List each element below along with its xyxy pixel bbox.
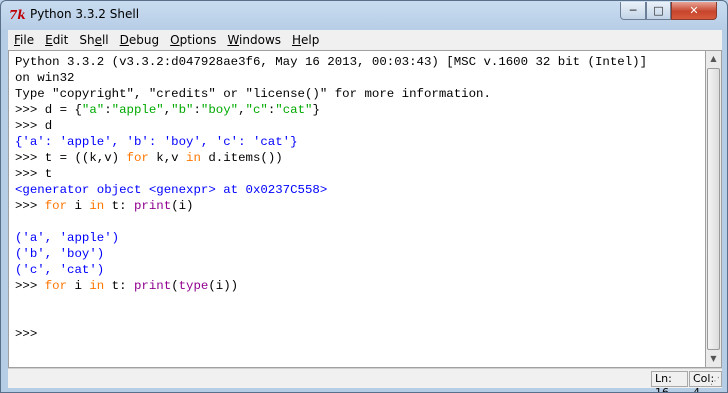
shell-token-string: "a" bbox=[81, 103, 105, 117]
shell-token-keyword: in bbox=[89, 279, 105, 293]
shell-line: Python 3.3.2 (v3.3.2:d047928ae3f6, May 1… bbox=[15, 54, 647, 70]
menu-options[interactable]: Options bbox=[164, 30, 221, 50]
shell-text-area[interactable]: Python 3.3.2 (v3.3.2:d047928ae3f6, May 1… bbox=[8, 50, 705, 368]
shell-line: ('c', 'cat') bbox=[15, 262, 647, 278]
shell-token-prompt: (i)) bbox=[208, 279, 239, 293]
status-bar: Ln: 16 Col: 4 ⋰ bbox=[8, 368, 722, 392]
shell-line: >>> t = ((k,v) for k,v in d.items()) bbox=[15, 150, 647, 166]
shell-token-prompt: d.items()) bbox=[200, 151, 283, 165]
maximize-icon: □ bbox=[653, 4, 664, 17]
shell-line: >>> d = {"a":"apple","b":"boy","c":"cat"… bbox=[15, 102, 647, 118]
close-icon: ✕ bbox=[689, 4, 699, 17]
shell-token-prompt: i bbox=[67, 199, 90, 213]
shell-token-output: Type "copyright", "credits" or "license(… bbox=[15, 87, 491, 101]
shell-token-prompt: >>> t bbox=[15, 167, 53, 181]
menu-windows[interactable]: Windows bbox=[221, 30, 286, 50]
shell-token-stdout: <generator object <genexpr> at 0x0237C55… bbox=[15, 183, 328, 197]
shell-token-prompt: ( bbox=[171, 279, 179, 293]
vertical-scrollbar[interactable]: ▲ ▼ bbox=[705, 50, 722, 368]
shell-token-output: on win32 bbox=[15, 71, 75, 85]
shell-line: >>> t bbox=[15, 166, 647, 182]
shell-line: >>> d bbox=[15, 118, 647, 134]
shell-line: {'a': 'apple', 'b': 'boy', 'c': 'cat'} bbox=[15, 134, 647, 150]
shell-token-stdout: {'a': 'apple', 'b': 'boy', 'c': 'cat'} bbox=[15, 135, 298, 149]
shell-line: >>> bbox=[15, 326, 647, 342]
minimize-button[interactable]: ─ bbox=[620, 2, 646, 20]
menu-help[interactable]: Help bbox=[286, 30, 324, 50]
shell-token-stdout: ('a', 'apple') bbox=[15, 231, 120, 245]
menu-edit[interactable]: Edit bbox=[39, 30, 73, 50]
shell-token-prompt: t: bbox=[104, 279, 134, 293]
shell-token-prompt: } bbox=[312, 103, 320, 117]
menu-shell[interactable]: Shell bbox=[73, 30, 113, 50]
shell-token-string: "c" bbox=[245, 103, 268, 117]
menu-bar: File Edit Shell Debug Options Windows He… bbox=[8, 30, 722, 50]
shell-token-keyword: for bbox=[44, 279, 68, 293]
shell-token-prompt: >>> d bbox=[15, 119, 53, 133]
status-line-number: Ln: 16 bbox=[651, 371, 688, 392]
shell-token-prompt: : bbox=[104, 103, 112, 117]
shell-output: Python 3.3.2 (v3.3.2:d047928ae3f6, May 1… bbox=[15, 54, 647, 342]
scroll-up-arrow-icon[interactable]: ▲ bbox=[706, 51, 721, 67]
shell-token-keyword: in bbox=[186, 151, 201, 165]
close-button[interactable]: ✕ bbox=[671, 2, 717, 20]
shell-token-string: "apple" bbox=[111, 103, 164, 117]
shell-line: ('b', 'boy') bbox=[15, 246, 647, 262]
maximize-button[interactable]: □ bbox=[646, 2, 671, 20]
shell-token-prompt: , bbox=[238, 103, 246, 117]
scroll-down-arrow-icon[interactable]: ▼ bbox=[706, 351, 721, 367]
shell-token-stdout: ('b', 'boy') bbox=[15, 247, 105, 261]
scrollbar-thumb[interactable] bbox=[707, 68, 720, 350]
shell-token-prompt: t: bbox=[104, 199, 134, 213]
resize-grip-icon[interactable]: ⋰ bbox=[710, 376, 720, 387]
shell-token-prompt: k,v bbox=[148, 151, 187, 165]
menu-file[interactable]: File bbox=[8, 30, 39, 50]
shell-token-string: "cat" bbox=[275, 103, 313, 117]
shell-line: ('a', 'apple') bbox=[15, 230, 647, 246]
shell-line: >>> for i in t: print(i) bbox=[15, 198, 647, 214]
shell-token-prompt: : bbox=[193, 103, 201, 117]
shell-line: Type "copyright", "credits" or "license(… bbox=[15, 86, 647, 102]
idle-app-icon[interactable]: 7k bbox=[9, 7, 26, 23]
shell-line: <generator object <genexpr> at 0x0237C55… bbox=[15, 182, 647, 198]
shell-token-keyword: in bbox=[89, 199, 105, 213]
shell-token-string: "b" bbox=[171, 103, 194, 117]
shell-token-prompt: >>> bbox=[15, 279, 45, 293]
shell-token-prompt: >>> bbox=[15, 199, 45, 213]
title-bar[interactable]: 7k Python 3.3.2 Shell ─ □ ✕ bbox=[1, 1, 727, 29]
shell-token-builtin: type bbox=[178, 279, 209, 293]
shell-token-keyword: for bbox=[126, 151, 149, 165]
shell-line: >>> for i in t: print(type(i)) bbox=[15, 278, 647, 294]
shell-token-prompt: >>> bbox=[15, 327, 45, 341]
shell-token-output: Python 3.3.2 (v3.3.2:d047928ae3f6, May 1… bbox=[15, 55, 648, 69]
shell-token-prompt: >>> d = { bbox=[15, 103, 82, 117]
menu-debug[interactable]: Debug bbox=[114, 30, 164, 50]
shell-token-keyword: for bbox=[44, 199, 68, 213]
shell-token-string: "boy" bbox=[200, 103, 239, 117]
shell-token-prompt: i bbox=[67, 279, 90, 293]
shell-line: on win32 bbox=[15, 70, 647, 86]
shell-token-builtin: print bbox=[134, 279, 172, 293]
window-title: Python 3.3.2 Shell bbox=[30, 7, 140, 21]
shell-token-builtin: print bbox=[134, 199, 172, 213]
idle-shell-window: 7k Python 3.3.2 Shell ─ □ ✕ File Edit Sh… bbox=[0, 0, 728, 393]
shell-token-prompt: >>> t = ((k,v) bbox=[15, 151, 127, 165]
shell-token-prompt: (i) bbox=[171, 199, 194, 213]
minimize-icon: ─ bbox=[629, 4, 637, 17]
shell-token-stdout: ('c', 'cat') bbox=[15, 263, 105, 277]
